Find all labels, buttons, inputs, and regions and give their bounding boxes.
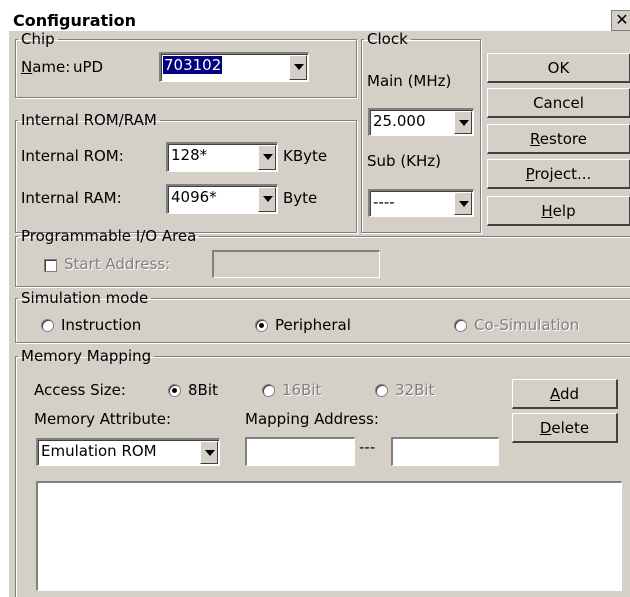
- clock-sub-label: Sub (KHz): [367, 152, 442, 170]
- mapping-address-label: Mapping Address:: [245, 410, 379, 428]
- chip-name-label-rest: ame:: [32, 58, 71, 76]
- close-icon[interactable]: ✕: [611, 10, 630, 31]
- mapping-address-separator: ---: [359, 438, 376, 456]
- title-bar: Configuration ✕: [9, 9, 630, 31]
- sim-cosimulation-label[interactable]: Co-Simulation: [474, 316, 579, 334]
- rom-ram-legend: Internal ROM/RAM: [21, 111, 157, 129]
- internal-rom-combo[interactable]: 128*: [166, 142, 278, 172]
- clock-main-value: 25.000: [373, 112, 426, 130]
- internal-ram-label: Internal RAM:: [21, 189, 122, 207]
- chip-legend: Chip: [21, 30, 55, 48]
- chevron-down-icon[interactable]: [200, 441, 218, 464]
- internal-ram-unit: Byte: [283, 189, 318, 207]
- start-address-input[interactable]: [212, 250, 380, 278]
- internal-rom-unit: KByte: [283, 147, 328, 165]
- mapping-address-to[interactable]: [391, 437, 499, 466]
- sim-instruction-label[interactable]: Instruction: [61, 316, 141, 334]
- project-button[interactable]: Project...: [487, 159, 630, 189]
- chip-prefix: uPD: [73, 58, 104, 76]
- internal-ram-value: 4096*: [171, 188, 217, 206]
- start-address-label: Start Address:: [64, 255, 171, 273]
- size-32bit-radio[interactable]: [375, 384, 388, 397]
- mapping-address-from[interactable]: [245, 437, 355, 466]
- clock-sub-combo[interactable]: ----: [368, 189, 474, 217]
- internal-rom-label: Internal ROM:: [21, 147, 124, 165]
- ok-button[interactable]: OK: [487, 53, 630, 83]
- restore-button-rest: estore: [539, 130, 587, 148]
- sim-peripheral-radio[interactable]: [255, 319, 268, 332]
- chip-name-value: 703102: [163, 56, 223, 74]
- sim-legend: Simulation mode: [21, 289, 149, 307]
- cancel-button[interactable]: Cancel: [487, 88, 630, 118]
- clock-main-label: Main (MHz): [367, 72, 452, 90]
- delete-button[interactable]: Delete: [512, 413, 618, 443]
- memory-attribute-combo[interactable]: Emulation ROM: [36, 438, 220, 466]
- memory-attribute-label: Memory Attribute:: [34, 410, 172, 428]
- window-title: Configuration: [13, 11, 137, 30]
- rom-ram-group: Internal ROM/RAM: [15, 113, 357, 233]
- chip-name-label: Name:: [21, 58, 71, 76]
- help-button-rest: elp: [552, 202, 576, 220]
- sim-instruction-radio[interactable]: [41, 319, 54, 332]
- start-address-checkbox[interactable]: [44, 259, 57, 272]
- chevron-down-icon[interactable]: [258, 187, 276, 212]
- clock-legend: Clock: [367, 30, 408, 48]
- memory-attribute-value: Emulation ROM: [41, 442, 157, 460]
- add-button-rest: dd: [559, 385, 580, 403]
- restore-button[interactable]: Restore: [487, 124, 630, 154]
- size-16bit-label[interactable]: 16Bit: [282, 381, 321, 399]
- size-32bit-label[interactable]: 32Bit: [395, 381, 434, 399]
- chevron-down-icon[interactable]: [289, 55, 307, 80]
- internal-ram-combo[interactable]: 4096*: [166, 184, 278, 214]
- delete-button-rest: elete: [551, 419, 590, 437]
- clock-sub-value: ----: [373, 193, 395, 211]
- sim-peripheral-label[interactable]: Peripheral: [275, 316, 351, 334]
- internal-rom-value: 128*: [171, 146, 208, 164]
- mapping-legend: Memory Mapping: [21, 347, 152, 365]
- chip-name-combo[interactable]: 703102: [159, 52, 309, 82]
- sim-cosimulation-radio[interactable]: [454, 319, 467, 332]
- size-8bit-label[interactable]: 8Bit: [188, 381, 218, 399]
- configuration-dialog: Configuration ✕ Chip Name: uPD 703102 In…: [8, 8, 630, 597]
- memory-mapping-list[interactable]: [36, 481, 622, 591]
- help-button[interactable]: Help: [487, 196, 630, 226]
- size-8bit-radio[interactable]: [168, 384, 181, 397]
- size-16bit-radio[interactable]: [262, 384, 275, 397]
- pio-legend: Programmable I/O Area: [21, 227, 197, 245]
- chevron-down-icon[interactable]: [258, 145, 276, 170]
- project-button-rest: roject...: [534, 165, 592, 183]
- access-size-label: Access Size:: [34, 381, 126, 399]
- chevron-down-icon[interactable]: [454, 192, 472, 215]
- chevron-down-icon[interactable]: [454, 111, 472, 134]
- add-button[interactable]: Add: [512, 379, 618, 409]
- clock-main-combo[interactable]: 25.000: [368, 108, 474, 136]
